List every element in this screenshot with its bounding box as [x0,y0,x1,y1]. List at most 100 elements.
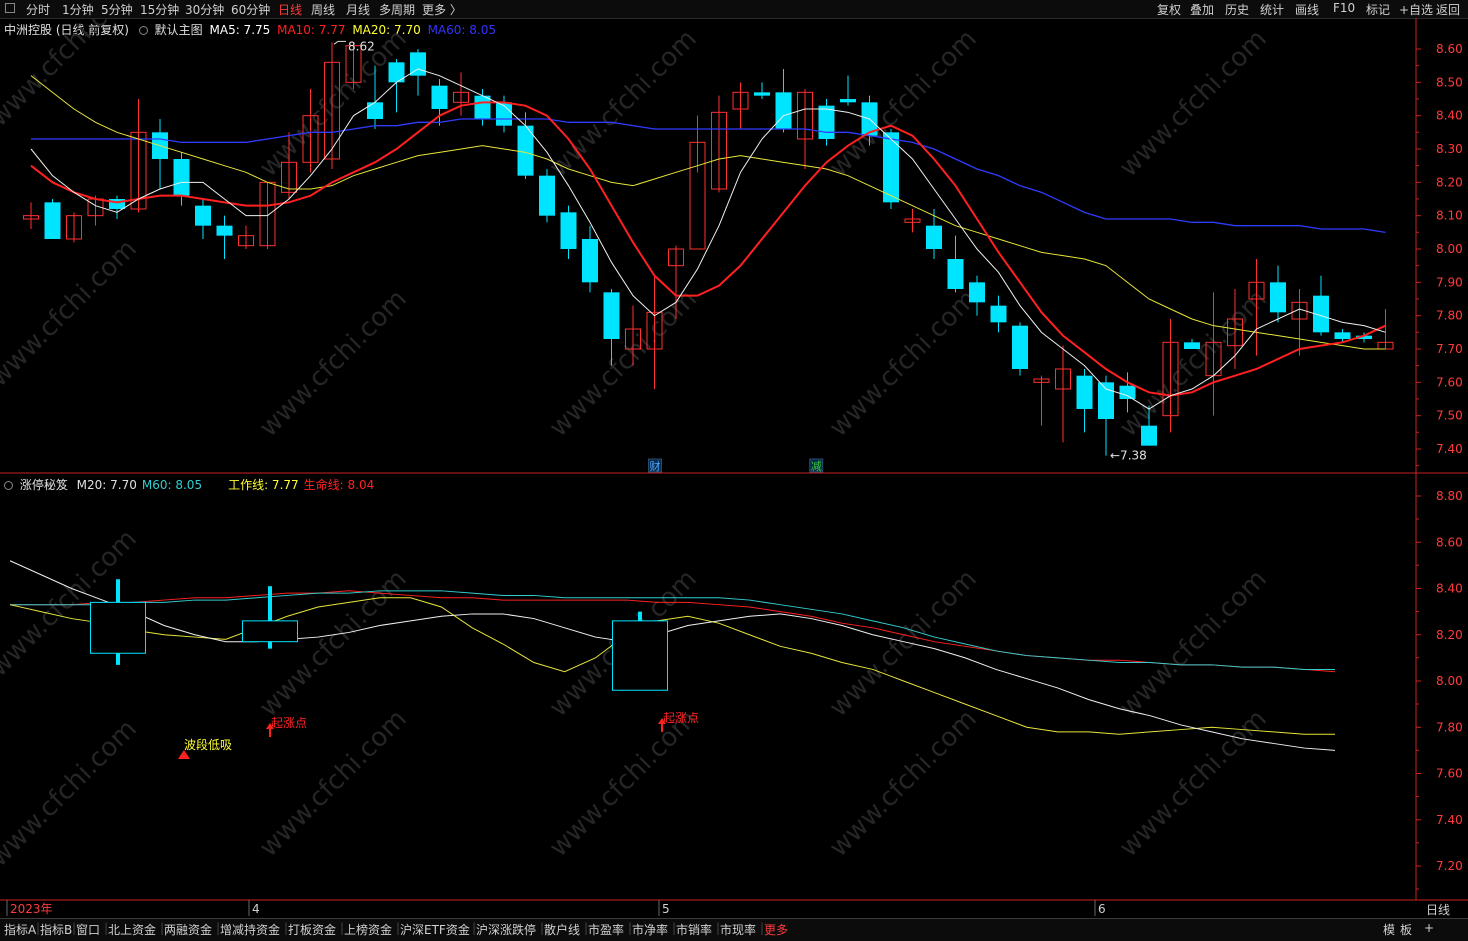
high-price-marker: 8.62 [348,39,375,53]
tab-indicator-1[interactable]: 指标B [40,921,72,938]
button-mark[interactable]: 标记 [1366,1,1390,18]
signal-label-1: 起涨点 [271,715,307,730]
y-tick-label: 7.80 [1436,309,1463,323]
button-history[interactable]: 历史 [1225,1,1249,18]
watermark-text: www.cfchi.com [544,284,703,443]
ma10-line [30,101,1386,397]
button-restore-rights[interactable]: 复权 [1157,1,1181,18]
y-tick-label: 8.00 [1436,674,1463,688]
tab-indicator-15[interactable]: 更多 [764,921,788,938]
candle-body [173,159,190,196]
candle-body [474,95,491,119]
candle-body [883,132,899,203]
tab-monthly[interactable]: 月线 [346,1,370,18]
candle-body [1098,382,1114,419]
x-axis-label: 6 [1098,902,1106,916]
button-board[interactable]: 板 [1400,921,1412,938]
kline-chart[interactable]: 8.60 8.50 8.40 8.30 8.20 8.10 8.00 7.90 7.80 7.70… [0,18,1468,918]
tab-multi-period[interactable]: 多周期 [379,1,415,18]
tab-indicator-6[interactable]: 打板资金 [288,921,336,938]
y-tick-label: 8.80 [1436,489,1463,503]
tab-60min[interactable]: 60分钟 [231,1,270,18]
y-tick-label: 8.00 [1436,242,1463,256]
tab-indicator-7[interactable]: 上榜资金 [344,921,392,938]
button-statistics[interactable]: 统计 [1260,1,1284,18]
button-f10[interactable]: F10 [1333,1,1355,15]
y-tick-label: 8.20 [1436,628,1463,642]
candle-body [754,92,770,96]
indicator-tabbar: 指标A | 指标B | 窗口 | 北上资金 | 两融资金 | 增减持资金 | 打板资金 | 上榜资金 | 沪深E… [0,918,1468,941]
tab-daily[interactable]: 日线 [278,1,302,18]
tab-indicator-2[interactable]: 窗口 [76,921,100,938]
candle-body [560,212,577,249]
tab-weekly[interactable]: 周线 [311,1,335,18]
candle-body [1270,282,1286,313]
tab-indicator-10[interactable]: 散户线 [544,921,580,938]
watermark-text: www.cfchi.com [544,24,703,183]
tab-fenshi[interactable]: 分时 [26,1,50,18]
low-price-marker: ←7.38 [1110,449,1147,463]
tab-indicator-13[interactable]: 市销率 [676,921,712,938]
tab-indicator-14[interactable]: 市现率 [720,921,756,938]
candle-body [367,102,383,119]
y-tick-label: 7.60 [1436,375,1463,389]
tab-indicator-12[interactable]: 市净率 [632,921,668,938]
tab-indicator-8[interactable]: 沪深ETF资金 [400,921,470,938]
tab-indicator-3[interactable]: 北上资金 [108,921,156,938]
tab-15min[interactable]: 15分钟 [140,1,179,18]
y-tick-label: 7.40 [1436,813,1463,827]
tab-more[interactable]: 更多 〉 [422,1,462,18]
candle-body [431,85,448,109]
candle-body [1184,342,1200,349]
event-marker-1: 减 [811,460,822,473]
button-add-watchlist[interactable]: +自选 [1399,1,1433,18]
tab-indicator-0[interactable]: 指标A [4,921,36,938]
tab-30min[interactable]: 30分钟 [185,1,224,18]
candle-body [840,99,856,103]
high-marker-arrow [333,40,346,45]
watermark-text: www.cfchi.com [1114,564,1273,723]
tab-indicator-9[interactable]: 沪深涨跌停 [476,921,536,938]
button-draw-line[interactable]: 画线 [1295,1,1319,18]
candle-body [195,205,211,226]
signal-box [242,620,298,643]
y-tick-label: 8.60 [1436,42,1463,56]
watermark-text: www.cfchi.com [1114,284,1273,443]
signal-box [90,601,146,654]
watermark-text: www.cfchi.com [1114,24,1273,183]
y-tick-label: 7.80 [1436,720,1463,734]
period-label: 日线 [1426,903,1450,917]
x-axis-label: 5 [662,902,670,916]
tab-1min[interactable]: 1分钟 [62,1,94,18]
candle-body [44,202,61,239]
candle-body [603,292,620,339]
y-tick-label: 8.60 [1436,535,1463,549]
candle-body [990,305,1007,323]
menu-icon[interactable] [5,3,15,13]
button-back[interactable]: 返回 [1436,1,1460,18]
tab-indicator-4[interactable]: 两融资金 [164,921,212,938]
tab-indicator-11[interactable]: 市盈率 [588,921,624,938]
watermark-text: www.cfchi.com [0,234,143,393]
y-tick-label: 7.90 [1436,275,1463,289]
tab-5min[interactable]: 5分钟 [101,1,133,18]
candle-body [1076,375,1093,409]
y-tick-label: 7.20 [1436,859,1463,873]
candle-body [969,282,985,303]
y-tick-label: 8.50 [1436,75,1463,89]
x-axis-label: 2023年 [10,902,53,916]
signal-label-2: 起涨点 [663,710,699,725]
button-overlay[interactable]: 叠加 [1190,1,1214,18]
candle-body [818,105,835,139]
watermark-text: www.cfchi.com [254,564,413,723]
y-tick-label: 7.50 [1436,409,1463,423]
watermark-text: www.cfchi.com [544,704,703,863]
x-axis-label: 4 [252,902,260,916]
watermark-text: www.cfchi.com [254,284,413,443]
tab-indicator-5[interactable]: 增减持资金 [220,921,280,938]
button-add-indicator[interactable]: + [1424,921,1434,935]
y-tick-label: 7.70 [1436,342,1463,356]
candle-body [216,225,233,236]
candle-body [947,259,964,289]
button-template[interactable]: 模 [1383,921,1395,938]
